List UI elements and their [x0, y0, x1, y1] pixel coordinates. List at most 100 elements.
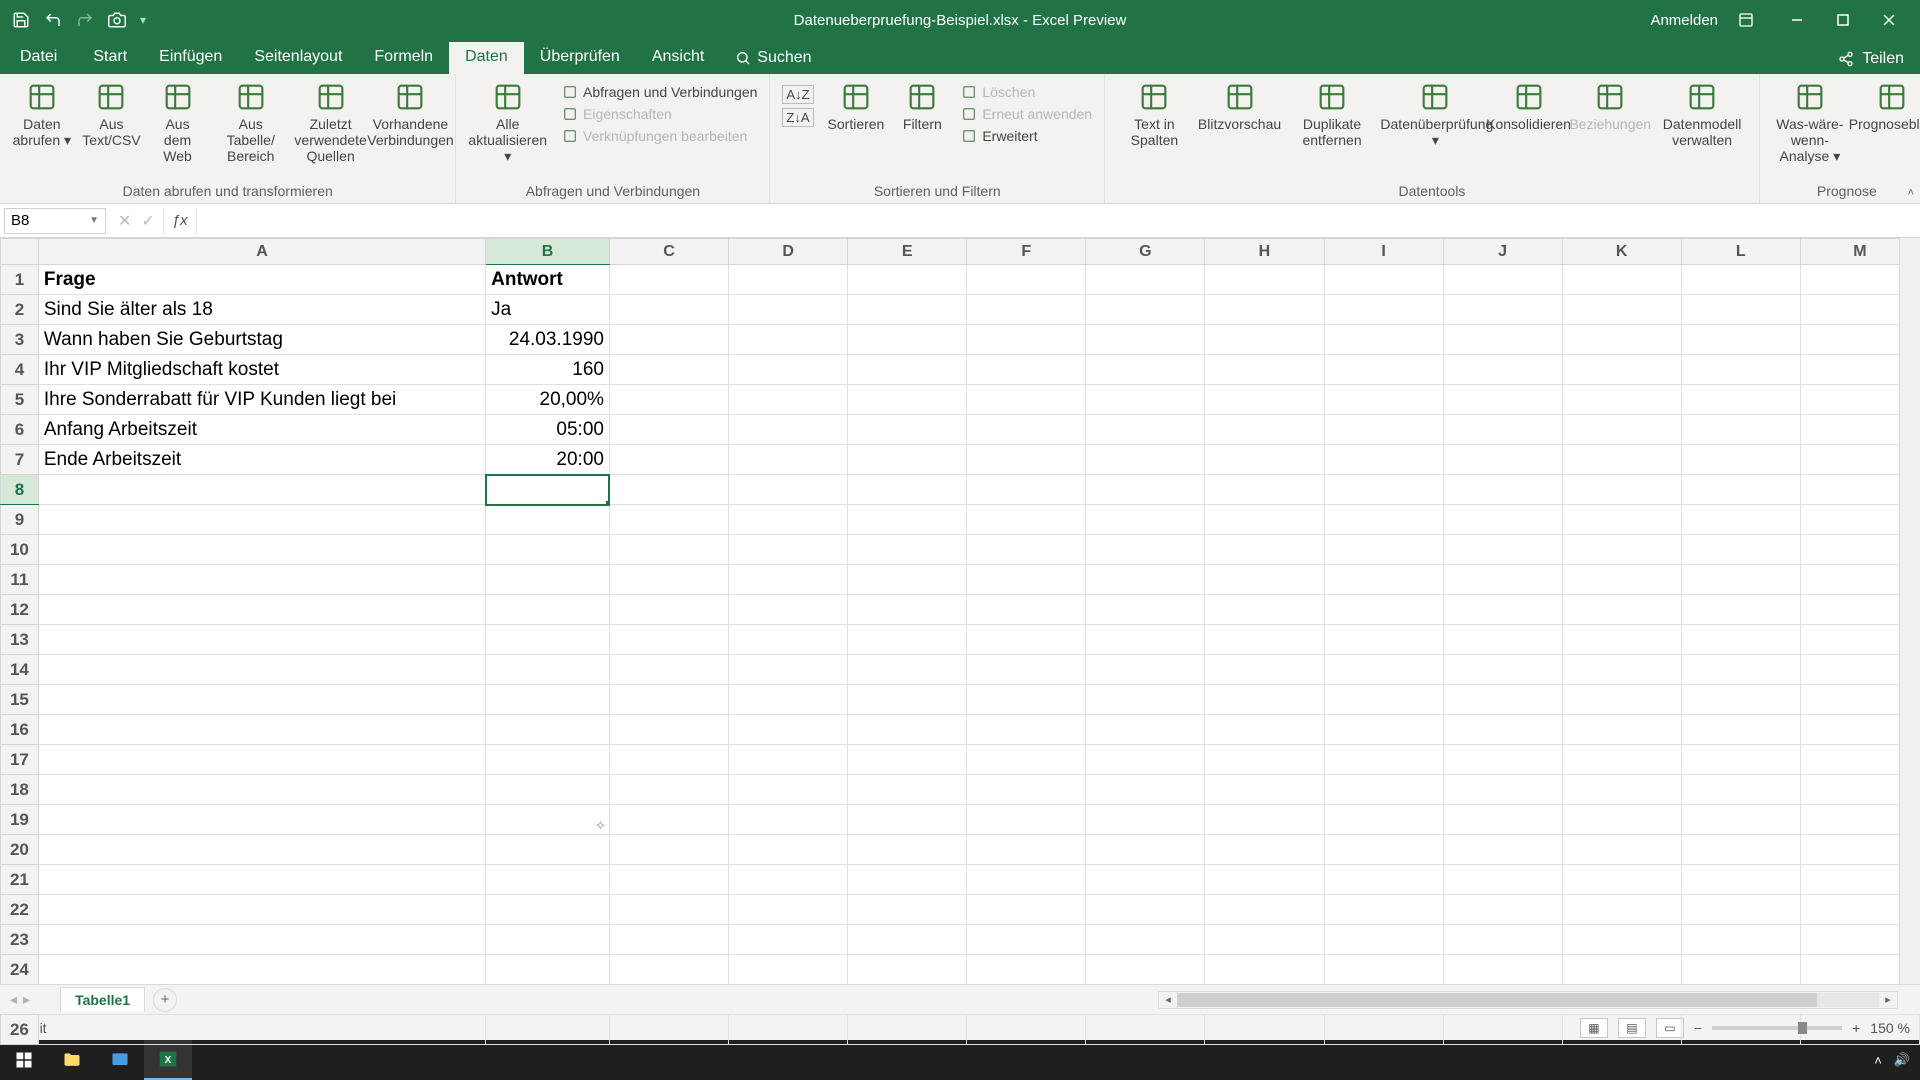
cell-D4[interactable] — [729, 355, 848, 385]
cell-H19[interactable] — [1205, 805, 1324, 835]
minimize-button[interactable] — [1774, 0, 1820, 40]
cell-F24[interactable] — [967, 955, 1086, 985]
cell-F5[interactable] — [967, 385, 1086, 415]
ribbon-btn-daten-berpr-fung-[interactable]: Datenüberprüfung ▾ — [1387, 78, 1484, 150]
taskbar-app-button[interactable] — [96, 1040, 144, 1080]
cell-K15[interactable] — [1562, 685, 1681, 715]
cell-C24[interactable] — [609, 955, 728, 985]
cell-D5[interactable] — [729, 385, 848, 415]
cell-L22[interactable] — [1681, 895, 1800, 925]
ribbon-btn-prognoseblatt[interactable]: Prognoseblatt — [1858, 78, 1920, 134]
cell-B7[interactable]: 20:00 — [486, 445, 610, 475]
ribbon-btn-aus-text-csv[interactable]: Aus Text/CSV — [82, 78, 142, 150]
row-header-24[interactable]: 24 — [1, 955, 39, 985]
cell-B4[interactable]: 160 — [486, 355, 610, 385]
row-header-23[interactable]: 23 — [1, 925, 39, 955]
cell-F9[interactable] — [967, 505, 1086, 535]
ribbon-btn-duplikate-entfernen[interactable]: Duplikate entfernen — [1283, 78, 1380, 150]
cell-D16[interactable] — [729, 715, 848, 745]
cell-M26[interactable] — [1800, 1015, 1919, 1045]
tab-seitenlayout[interactable]: Seitenlayout — [238, 42, 358, 74]
cell-A20[interactable] — [38, 835, 485, 865]
cell-K22[interactable] — [1562, 895, 1681, 925]
cell-I4[interactable] — [1324, 355, 1443, 385]
cell-G24[interactable] — [1086, 955, 1205, 985]
cell-H7[interactable] — [1205, 445, 1324, 475]
cell-D26[interactable] — [729, 1015, 848, 1045]
cell-C17[interactable] — [609, 745, 728, 775]
cell-A12[interactable] — [38, 595, 485, 625]
cell-F10[interactable] — [967, 535, 1086, 565]
cell-A1[interactable]: Frage — [38, 265, 485, 295]
col-header-A[interactable]: A — [38, 239, 485, 265]
cell-I3[interactable] — [1324, 325, 1443, 355]
cell-K11[interactable] — [1562, 565, 1681, 595]
col-header-E[interactable]: E — [848, 239, 967, 265]
col-header-B[interactable]: B — [486, 239, 610, 265]
cell-I21[interactable] — [1324, 865, 1443, 895]
undo-icon[interactable] — [44, 11, 62, 29]
cell-B10[interactable] — [486, 535, 610, 565]
cell-C9[interactable] — [609, 505, 728, 535]
cell-I18[interactable] — [1324, 775, 1443, 805]
ribbon-btn-sortieren[interactable]: Sortieren — [824, 78, 889, 134]
formula-input[interactable] — [197, 208, 1920, 234]
cell-L1[interactable] — [1681, 265, 1800, 295]
row-header-16[interactable]: 16 — [1, 715, 39, 745]
cell-G16[interactable] — [1086, 715, 1205, 745]
fx-button[interactable]: ƒx — [164, 208, 197, 234]
cell-K4[interactable] — [1562, 355, 1681, 385]
sheet-tab-tabelle1[interactable]: Tabelle1 — [60, 987, 145, 1012]
cell-F26[interactable] — [967, 1015, 1086, 1045]
cell-C22[interactable] — [609, 895, 728, 925]
cell-D13[interactable] — [729, 625, 848, 655]
cell-H4[interactable] — [1205, 355, 1324, 385]
row-header-5[interactable]: 5 — [1, 385, 39, 415]
ribbon-btn-daten-abrufen-[interactable]: Daten abrufen ▾ — [8, 78, 76, 150]
cell-F20[interactable] — [967, 835, 1086, 865]
excel-taskbar-button[interactable]: X — [144, 1040, 192, 1080]
tab-formeln[interactable]: Formeln — [358, 42, 449, 74]
cell-K5[interactable] — [1562, 385, 1681, 415]
cell-K24[interactable] — [1562, 955, 1681, 985]
cell-A14[interactable] — [38, 655, 485, 685]
col-header-D[interactable]: D — [729, 239, 848, 265]
cell-G1[interactable] — [1086, 265, 1205, 295]
cell-H26[interactable] — [1205, 1015, 1324, 1045]
cell-G15[interactable] — [1086, 685, 1205, 715]
sheet-nav-last-icon[interactable]: ▸ — [23, 991, 30, 1008]
cell-B6[interactable]: 05:00 — [486, 415, 610, 445]
cell-I16[interactable] — [1324, 715, 1443, 745]
cell-E21[interactable] — [848, 865, 967, 895]
cell-L17[interactable] — [1681, 745, 1800, 775]
cell-J9[interactable] — [1443, 505, 1562, 535]
cell-J22[interactable] — [1443, 895, 1562, 925]
cell-C10[interactable] — [609, 535, 728, 565]
cell-C3[interactable] — [609, 325, 728, 355]
cell-C14[interactable] — [609, 655, 728, 685]
row-header-10[interactable]: 10 — [1, 535, 39, 565]
tray-chevron-icon[interactable]: ˄ — [1874, 1053, 1882, 1068]
ribbon-btn-text-in-spalten[interactable]: Text in Spalten — [1113, 78, 1196, 150]
cell-H8[interactable] — [1205, 475, 1324, 505]
cell-B5[interactable]: 20,00% — [486, 385, 610, 415]
cell-E9[interactable] — [848, 505, 967, 535]
cell-L11[interactable] — [1681, 565, 1800, 595]
cell-L4[interactable] — [1681, 355, 1800, 385]
cell-G23[interactable] — [1086, 925, 1205, 955]
worksheet-grid[interactable]: ABCDEFGHIJKLM1FrageAntwort2Sind Sie älte… — [0, 238, 1920, 984]
cell-G10[interactable] — [1086, 535, 1205, 565]
cell-F12[interactable] — [967, 595, 1086, 625]
cell-G11[interactable] — [1086, 565, 1205, 595]
cell-H13[interactable] — [1205, 625, 1324, 655]
cell-E22[interactable] — [848, 895, 967, 925]
cell-H24[interactable] — [1205, 955, 1324, 985]
cell-C12[interactable] — [609, 595, 728, 625]
cell-K13[interactable] — [1562, 625, 1681, 655]
cell-A16[interactable] — [38, 715, 485, 745]
cell-C5[interactable] — [609, 385, 728, 415]
cell-K7[interactable] — [1562, 445, 1681, 475]
cell-I26[interactable] — [1324, 1015, 1443, 1045]
cell-D20[interactable] — [729, 835, 848, 865]
cell-K17[interactable] — [1562, 745, 1681, 775]
